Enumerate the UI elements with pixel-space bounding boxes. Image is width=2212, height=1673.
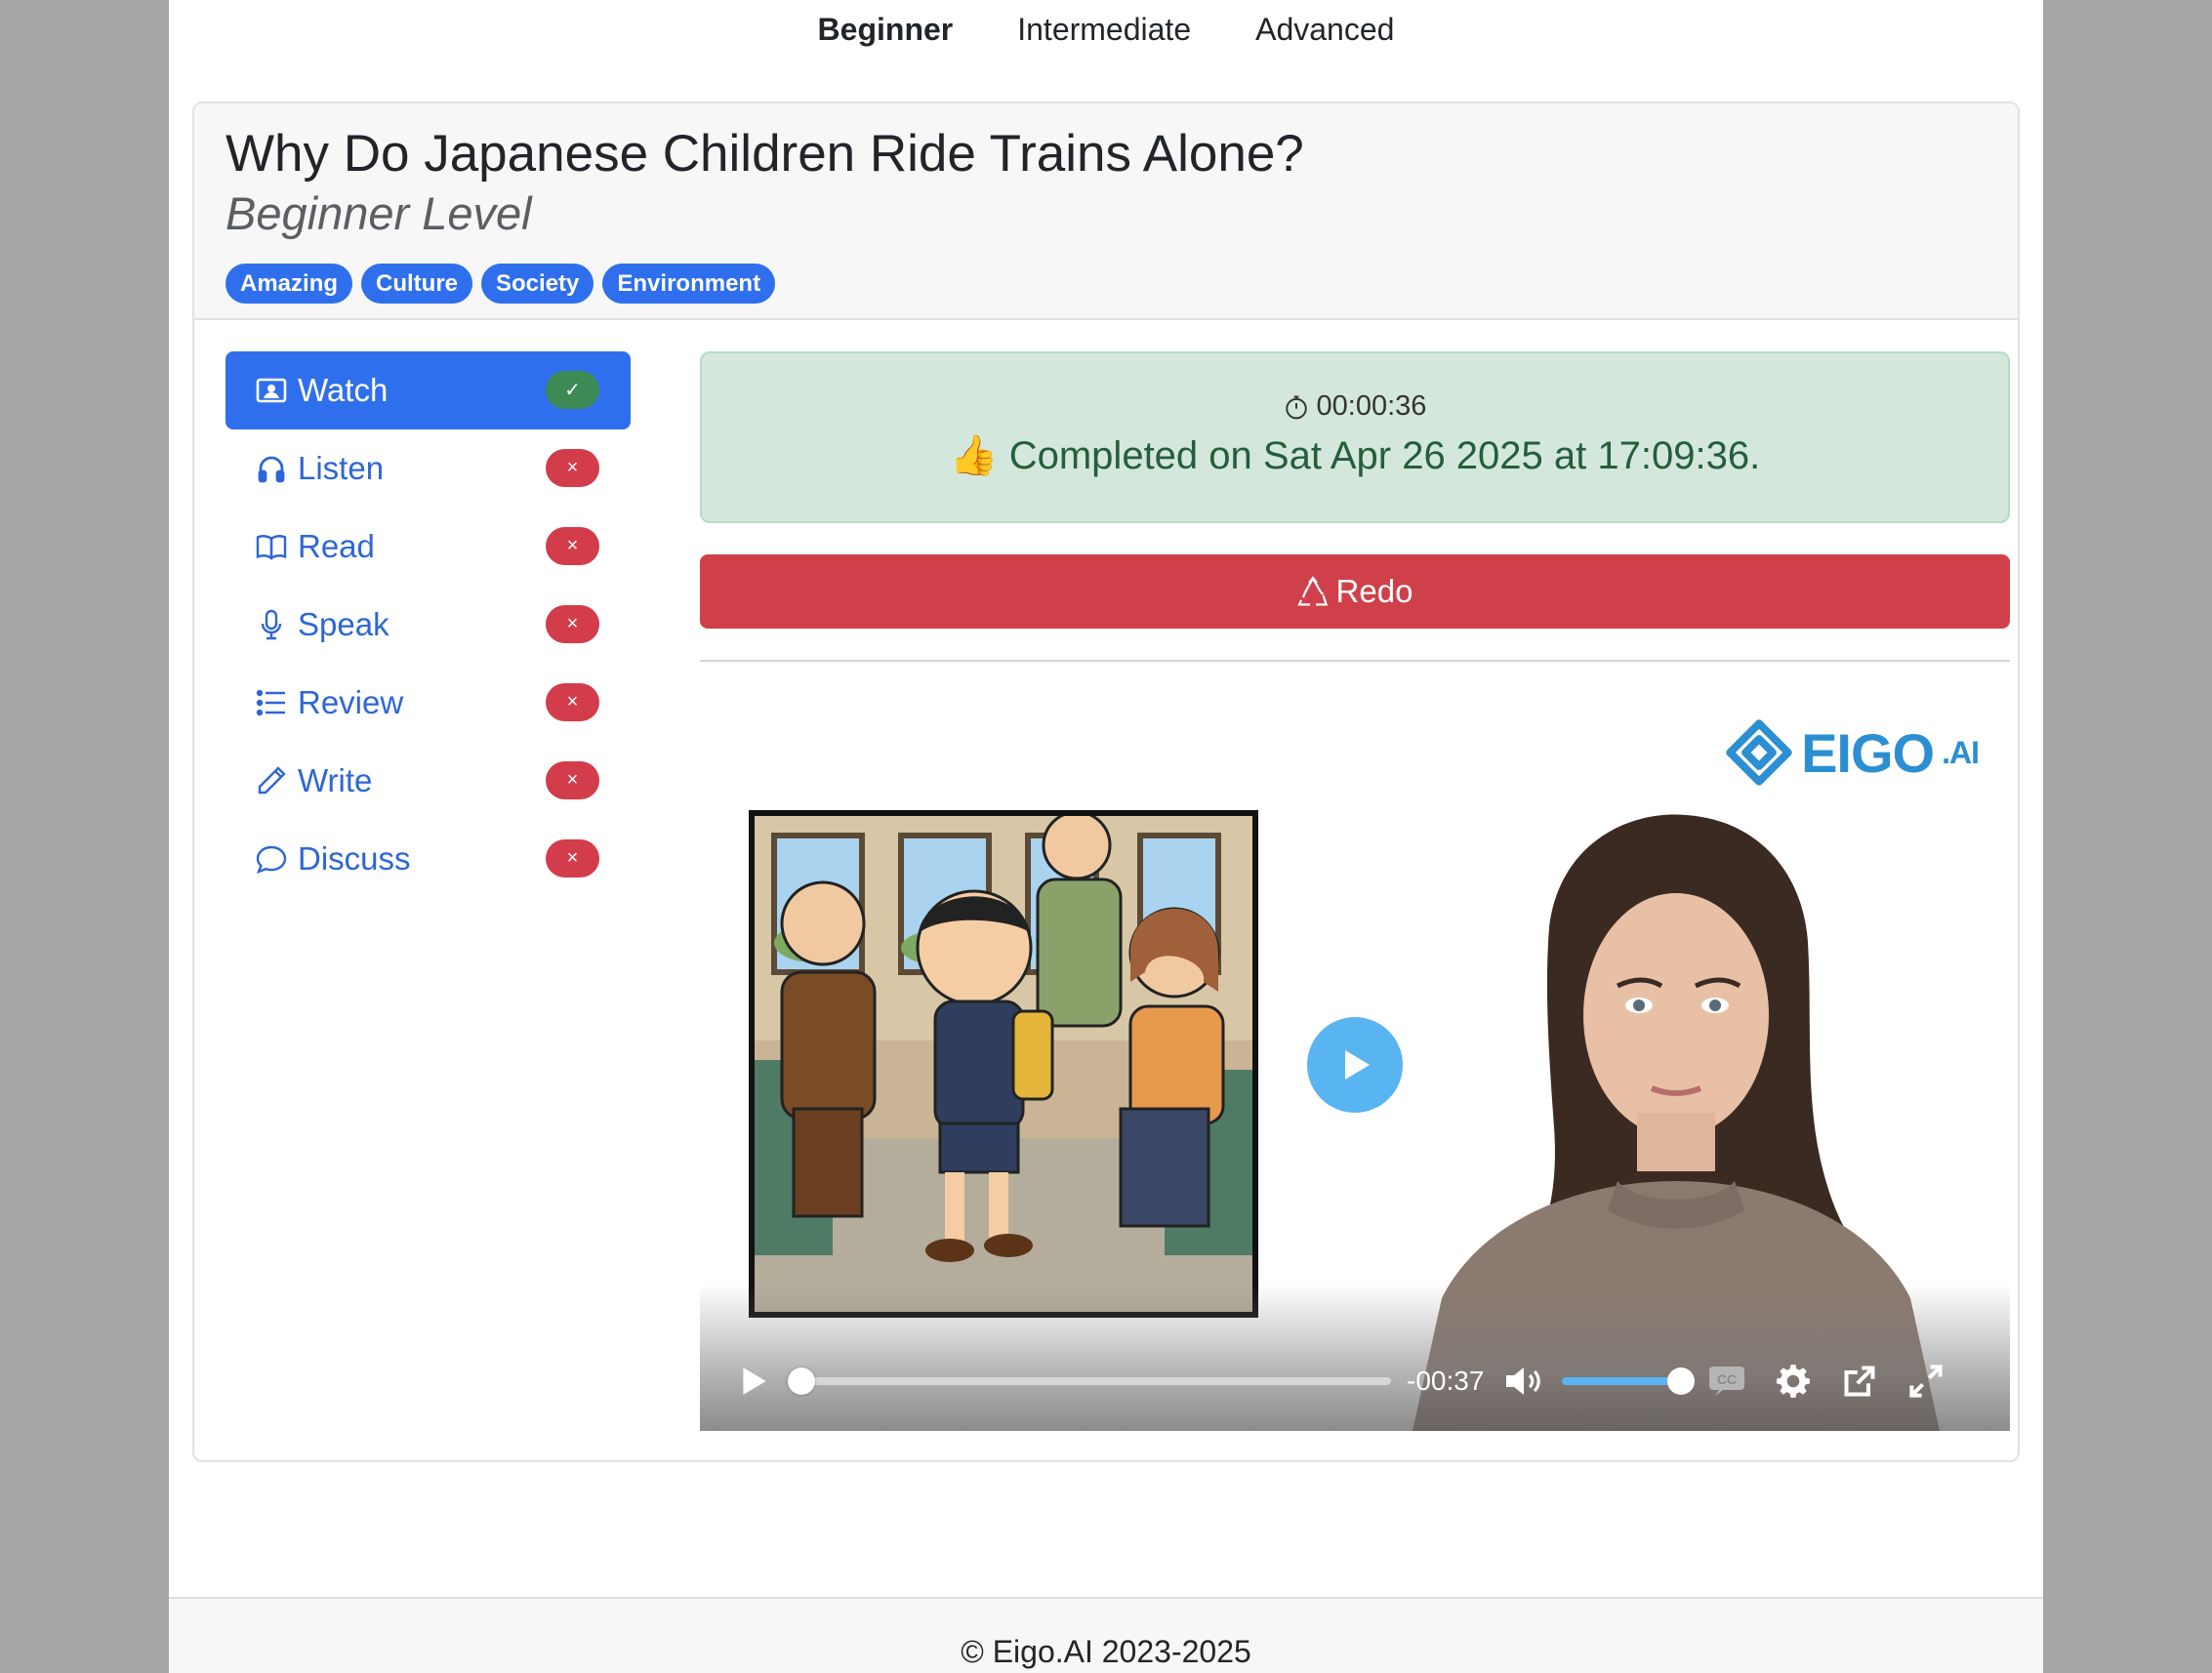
- duration-value: 00:00:36: [1316, 390, 1427, 422]
- sidebar-item-label: Read: [298, 528, 375, 564]
- tag-badge[interactable]: Amazing: [225, 264, 353, 304]
- status-badge: ×: [546, 605, 599, 643]
- recycle-icon: [1296, 576, 1328, 606]
- stopwatch-icon: [1285, 394, 1307, 419]
- sidebar-item-label: Write: [298, 762, 373, 798]
- microphone-icon: [255, 608, 288, 641]
- activity-main: 00:00:36 👍 Completed on Sat Apr 26 2025 …: [700, 351, 2010, 1431]
- eigo-logo: EIGO .AI: [1725, 718, 1980, 787]
- volume-slider[interactable]: [1562, 1367, 1696, 1395]
- status-badge: ×: [546, 761, 599, 799]
- lesson-level: Beginner Level: [225, 187, 532, 239]
- sidebar-item-label: Watch: [298, 372, 389, 408]
- lesson-header: Why Do Japanese Children Ride Trains Alo…: [194, 103, 2018, 320]
- activity-sidebar: Watch ✓ Listen × Read × Speak × Review ×…: [225, 351, 631, 898]
- sidebar-item-label: Speak: [298, 606, 389, 642]
- volume-icon: [1506, 1367, 1541, 1395]
- cc-label: CC: [1717, 1371, 1737, 1387]
- status-badge: ×: [546, 527, 599, 565]
- sidebar-item-watch[interactable]: Watch ✓: [225, 351, 631, 429]
- sidebar-item-label: Listen: [298, 450, 385, 486]
- sidebar-item-discuss[interactable]: Discuss ×: [225, 820, 631, 898]
- sidebar-item-write[interactable]: Write ×: [225, 742, 631, 820]
- seek-bar[interactable]: [788, 1367, 1391, 1395]
- book-icon: [255, 530, 288, 563]
- tag-badge[interactable]: Environment: [602, 264, 776, 304]
- completion-alert: 00:00:36 👍 Completed on Sat Apr 26 2025 …: [700, 351, 2010, 523]
- headphones-icon: [255, 452, 288, 485]
- player-controls: -00:37 CC: [700, 1285, 2010, 1431]
- redo-button[interactable]: Redo: [700, 554, 2010, 629]
- popout-button[interactable]: [1837, 1359, 1882, 1404]
- fullscreen-button[interactable]: [1904, 1359, 1948, 1404]
- sidebar-item-listen[interactable]: Listen ×: [225, 429, 631, 508]
- volume-handle[interactable]: [1667, 1367, 1696, 1395]
- external-link-icon: [1844, 1366, 1875, 1397]
- logo-suffix: .AI: [1942, 734, 1980, 770]
- time-remaining: -00:37: [1407, 1366, 1485, 1396]
- video-player[interactable]: EIGO .AI -00:37 CC: [700, 662, 2010, 1431]
- pencil-icon: [255, 764, 288, 797]
- captions-button[interactable]: CC: [1704, 1359, 1749, 1404]
- person-video-icon: [255, 374, 288, 407]
- control-bar: -00:37 CC: [731, 1359, 1981, 1404]
- redo-label: Redo: [1335, 573, 1413, 609]
- sidebar-item-read[interactable]: Read ×: [225, 508, 631, 586]
- tag-list: Amazing Culture Society Environment: [225, 264, 1987, 304]
- lesson-title: Why Do Japanese Children Ride Trains Alo…: [225, 125, 1304, 183]
- chat-bubble-icon: [255, 842, 288, 876]
- play-icon: [743, 1367, 766, 1395]
- status-badge: ×: [546, 683, 599, 721]
- site-footer: © Eigo.AI 2023-2025: [169, 1597, 2043, 1673]
- page: Beginner Intermediate Advanced Why Do Ja…: [169, 0, 2043, 1673]
- list-icon: [255, 686, 288, 719]
- status-badge: ×: [546, 839, 599, 877]
- fullscreen-icon: [1909, 1365, 1944, 1398]
- level-nav: Beginner Intermediate Advanced: [169, 8, 2043, 51]
- seek-handle[interactable]: [788, 1367, 815, 1395]
- status-badge: ×: [546, 449, 599, 487]
- captions-icon: CC: [1709, 1367, 1745, 1396]
- logo-text: EIGO: [1801, 721, 1935, 784]
- status-badge: ✓: [546, 371, 599, 409]
- lesson-illustration: [749, 810, 1258, 1318]
- gear-icon: [1777, 1365, 1811, 1398]
- lesson-card: Why Do Japanese Children Ride Trains Alo…: [192, 102, 2020, 1462]
- tag-badge[interactable]: Society: [481, 264, 594, 304]
- sidebar-item-review[interactable]: Review ×: [225, 664, 631, 742]
- sidebar-item-speak[interactable]: Speak ×: [225, 586, 631, 664]
- duration-row: 00:00:36: [702, 353, 2008, 423]
- mute-button[interactable]: [1501, 1359, 1546, 1404]
- level-tab-beginner[interactable]: Beginner: [818, 8, 954, 51]
- eigo-logo-mark-icon: [1726, 719, 1792, 786]
- level-tab-advanced[interactable]: Advanced: [1255, 8, 1394, 51]
- tag-badge[interactable]: Culture: [361, 264, 473, 304]
- sidebar-item-label: Review: [298, 684, 404, 720]
- sidebar-item-label: Discuss: [298, 840, 411, 877]
- completion-message: 👍 Completed on Sat Apr 26 2025 at 17:09:…: [949, 434, 1761, 477]
- settings-button[interactable]: [1771, 1359, 1816, 1404]
- level-tab-intermediate[interactable]: Intermediate: [1017, 8, 1191, 51]
- copyright-text: © Eigo.AI 2023-2025: [961, 1634, 1251, 1669]
- play-button[interactable]: [731, 1359, 776, 1404]
